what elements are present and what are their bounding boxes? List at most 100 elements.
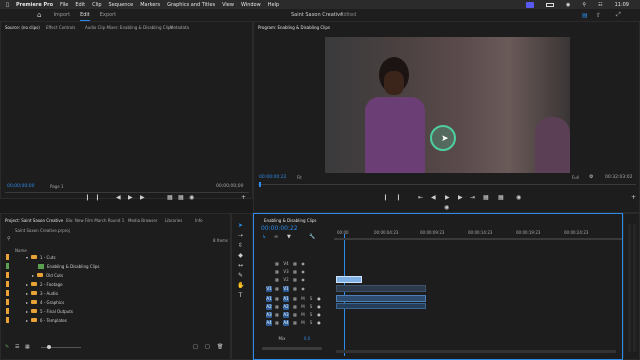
eye-icon[interactable]: ◉: [300, 269, 306, 275]
tab-audio-clip-mixer[interactable]: Audio Clip Mixer: Enabling & Disabling C…: [85, 25, 172, 30]
sync-icon[interactable]: ▩: [292, 277, 298, 283]
source-playhead-bar[interactable]: [5, 192, 249, 193]
linked-icon[interactable]: ∞: [274, 234, 278, 240]
list-item[interactable]: ▸ 5 - Final Outputs: [6, 307, 73, 315]
list-item[interactable]: ▸ 4 - Graphics: [6, 298, 64, 306]
list-item[interactable]: ▸ 3 - Audio: [6, 289, 58, 297]
mark-out-icon[interactable]: ▎: [97, 195, 101, 201]
tab-media-browser[interactable]: Media Browser: [128, 218, 158, 223]
eye-icon[interactable]: ◉: [300, 286, 306, 292]
list-item[interactable]: ▸ 6 - Templates: [6, 316, 67, 324]
track-a1[interactable]: A1 ▩ A1 ▩ M S ●: [254, 295, 334, 303]
play-icon[interactable]: ▶: [128, 194, 133, 201]
mute-icon[interactable]: M: [300, 312, 306, 318]
list-item[interactable]: ▾ 1 - Cuts: [6, 253, 56, 261]
menu-file[interactable]: File: [60, 2, 68, 8]
audio-clip-a1[interactable]: [336, 295, 426, 302]
battery-icon[interactable]: [546, 2, 555, 7]
menu-graphics[interactable]: Graphics and Titles: [167, 2, 215, 8]
source-patch-a2[interactable]: A2: [266, 304, 272, 310]
sync-icon[interactable]: ▩: [292, 286, 298, 292]
lock-icon[interactable]: ▩: [274, 312, 280, 318]
overwrite-icon[interactable]: ▦: [178, 194, 184, 201]
expand-icon[interactable]: ▸: [32, 273, 34, 278]
expand-icon[interactable]: ▸: [26, 291, 28, 296]
program-timecode[interactable]: 00:00:00:22: [259, 175, 286, 180]
tab-import[interactable]: Import: [53, 12, 70, 18]
search-icon[interactable]: ⚲: [7, 236, 11, 242]
sync-icon[interactable]: ▩: [292, 296, 298, 302]
expand-icon[interactable]: ▸: [26, 282, 28, 287]
menu-markers[interactable]: Markers: [140, 2, 160, 8]
track-v3[interactable]: ▩ V3 ▩ ◉: [254, 268, 334, 276]
mute-icon[interactable]: M: [300, 304, 306, 310]
expand-icon[interactable]: ▸: [26, 300, 28, 305]
solo-icon[interactable]: S: [308, 320, 314, 326]
slip-icon[interactable]: ↔: [237, 262, 244, 269]
list-view-icon[interactable]: ☰: [15, 344, 19, 350]
track-a4[interactable]: A4 ▩ A4 ▩ M S ●: [254, 319, 334, 327]
go-to-out-icon[interactable]: ⇥: [470, 194, 475, 201]
apple-icon[interactable]: : [6, 2, 9, 8]
source-page-select[interactable]: Page 1: [50, 184, 64, 189]
prog-play-icon[interactable]: ▶: [445, 194, 450, 201]
audio-clip-a2[interactable]: [336, 303, 426, 309]
video-clip-disabled[interactable]: [336, 285, 426, 292]
tab-effect-controls[interactable]: Effect Controls: [46, 25, 75, 30]
tab-project[interactable]: Project: Saint Saxon Creative: [5, 218, 63, 223]
prog-step-forward-icon[interactable]: ▶: [458, 194, 463, 201]
source-patch-a4[interactable]: A4: [266, 320, 272, 326]
settings-icon[interactable]: ⚙: [589, 174, 593, 180]
tab-edit[interactable]: Edit: [80, 12, 90, 21]
list-item[interactable]: ▸ Old Cuts: [6, 271, 63, 279]
timeline-tab[interactable]: Enabling & Disabling Clips: [264, 218, 316, 223]
lock-icon[interactable]: ▩: [274, 277, 280, 283]
menu-app[interactable]: Premiere Pro: [16, 2, 53, 8]
sync-icon[interactable]: ▩: [292, 304, 298, 310]
tab-source[interactable]: Source: (no clips): [5, 25, 40, 30]
track-a2[interactable]: A2 ▩ A2 ▩ M S ●: [254, 303, 334, 311]
work-area-bar[interactable]: [334, 238, 622, 240]
menu-clip[interactable]: Clip: [92, 2, 101, 8]
mute-icon[interactable]: M: [300, 296, 306, 302]
sync-icon[interactable]: ▩: [292, 312, 298, 318]
mic-icon[interactable]: ●: [316, 320, 322, 326]
program-playhead-bar[interactable]: [258, 184, 636, 185]
snap-icon[interactable]: ↳: [262, 234, 266, 240]
sync-icon[interactable]: ▩: [292, 269, 298, 275]
hand-icon[interactable]: ✋: [237, 282, 244, 289]
expand-icon[interactable]: ▾: [26, 255, 28, 260]
tab-export[interactable]: Export: [100, 12, 116, 18]
lock-icon[interactable]: ▩: [274, 261, 280, 267]
expand-icon[interactable]: ▸: [26, 318, 28, 323]
icon-view-icon[interactable]: ▦: [25, 344, 30, 350]
prog-step-back-icon[interactable]: ◀: [431, 194, 436, 201]
tab-libraries[interactable]: Libraries: [165, 218, 182, 223]
source-patch-a1[interactable]: A1: [266, 296, 272, 302]
fullscreen-icon[interactable]: ⤢: [616, 11, 621, 19]
source-timecode[interactable]: 00;00;00;00: [7, 184, 34, 189]
menu-view[interactable]: View: [222, 2, 234, 8]
step-back-icon[interactable]: ◀: [116, 194, 121, 201]
menu-sequence[interactable]: Sequence: [109, 2, 134, 8]
track-v1[interactable]: V1 ▩ V1 ▩ ◉: [254, 285, 334, 293]
timeline-scrollbar[interactable]: [262, 347, 322, 350]
pencil-icon[interactable]: ✎: [5, 344, 9, 350]
track-v2[interactable]: ▩ V2 ▩ ◉: [254, 276, 334, 284]
go-to-in-icon[interactable]: ⇤: [418, 194, 423, 201]
pen-icon[interactable]: ✎: [237, 272, 244, 279]
search-icon[interactable]: ⚲: [582, 2, 586, 8]
mix-value[interactable]: 0.0: [302, 336, 312, 342]
new-bin-icon[interactable]: □: [193, 344, 198, 350]
fit-select[interactable]: Fit: [297, 175, 302, 180]
menu-edit[interactable]: Edit: [75, 2, 85, 8]
menu-help[interactable]: Help: [268, 2, 279, 8]
track-a3[interactable]: A3 ▩ A3 ▩ M S ●: [254, 311, 334, 319]
trash-icon[interactable]: 🗑: [217, 344, 223, 350]
prog-mark-in-icon[interactable]: ▎: [385, 195, 389, 201]
prog-add-icon[interactable]: +: [631, 194, 636, 201]
track-v4[interactable]: ▩ V4 ▩ ◉: [254, 260, 334, 268]
source-add-icon[interactable]: +: [241, 194, 246, 201]
prog-export-frame-icon[interactable]: ◉: [444, 204, 449, 211]
list-item[interactable]: ▸ 2 - Footage: [6, 280, 63, 288]
